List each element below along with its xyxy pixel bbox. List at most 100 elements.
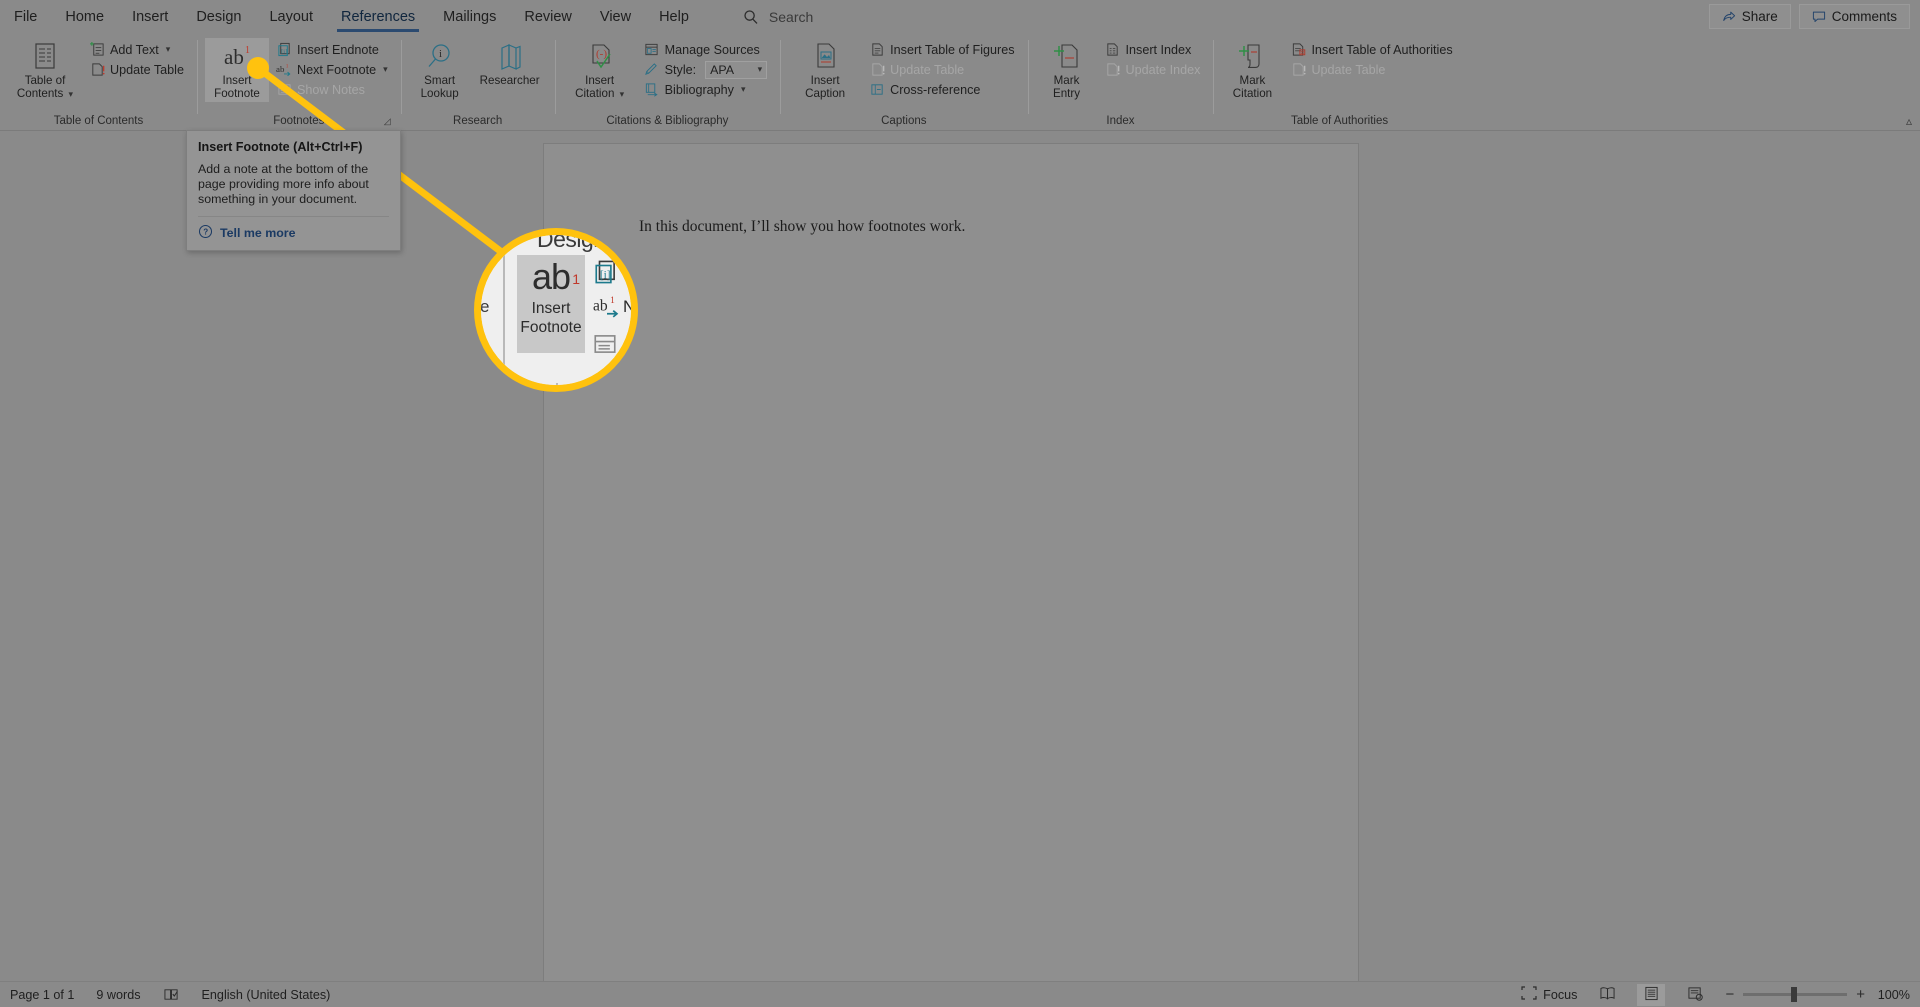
zoom-level[interactable]: 100% (1874, 988, 1910, 1002)
update-table-icon (89, 62, 105, 78)
ribbon-group-label: Research (453, 115, 503, 127)
svg-text:1: 1 (610, 296, 615, 306)
insert-caption-button[interactable]: Insert Caption (788, 38, 862, 102)
manage-sources-button[interactable]: Manage Sources (639, 40, 773, 59)
print-layout-icon (1643, 986, 1660, 1004)
read-mode-button[interactable] (1593, 984, 1621, 1006)
word-count[interactable]: 9 words (96, 988, 140, 1002)
tab-insert[interactable]: Insert (118, 0, 182, 34)
tab-design[interactable]: Design (182, 0, 255, 34)
tab-file[interactable]: File (0, 0, 51, 34)
zoom-out-button[interactable]: − (1725, 986, 1734, 1003)
tab-label: Review (524, 8, 572, 25)
insert-index-button[interactable]: Insert Index (1100, 40, 1206, 59)
tab-home[interactable]: Home (51, 0, 118, 34)
svg-text:[i]: [i] (281, 48, 287, 55)
insert-footnote-label-line2: Footnote (214, 87, 260, 100)
mark-entry-button[interactable]: Mark Entry (1036, 38, 1098, 102)
language-indicator[interactable]: English (United States) (202, 988, 331, 1002)
cross-reference-button[interactable]: Cross-reference (864, 80, 1019, 99)
zoom-control[interactable]: − + 100% (1725, 986, 1910, 1003)
update-table-authorities-button: Update Table (1285, 60, 1457, 79)
insert-citation-button[interactable]: (-) Insert Citation ▾ (563, 38, 637, 103)
magnifier-insert-footnote-button[interactable]: ab 1 Insert Footnote (517, 255, 585, 353)
style-icon (644, 62, 660, 78)
mark-citation-label-line2: Citation (1232, 87, 1273, 100)
insert-table-of-figures-button[interactable]: Insert Table of Figures (864, 40, 1019, 59)
dialog-launcher-icon[interactable]: ◿ (384, 115, 391, 128)
comment-icon (1812, 10, 1826, 24)
tab-review[interactable]: Review (510, 0, 586, 34)
mark-citation-button[interactable]: Mark Citation (1221, 38, 1283, 102)
zoom-in-button[interactable]: + (1856, 986, 1865, 1003)
tab-view[interactable]: View (586, 0, 645, 34)
magnifier-group-divider-2 (556, 383, 558, 385)
collapse-ribbon-button[interactable]: ▵ (1906, 114, 1912, 128)
next-footnote-label: Next Footnote (297, 62, 377, 77)
insert-table-of-figures-icon (869, 42, 885, 58)
share-button[interactable]: Share (1708, 4, 1791, 29)
svg-text:1: 1 (286, 64, 289, 70)
add-text-button[interactable]: Add Text ▾ (84, 40, 189, 59)
cross-reference-label: Cross-reference (890, 82, 981, 97)
svg-text:ab: ab (224, 45, 244, 69)
update-table-toc-button[interactable]: Update Table (84, 60, 189, 79)
next-footnote-button[interactable]: ab 1 Next Footnote ▾ (271, 60, 393, 79)
print-layout-button[interactable] (1637, 983, 1666, 1006)
insert-endnote-label: Insert Endnote (297, 42, 379, 57)
magnifier-next-footnote-icon: ab 1 (593, 293, 621, 324)
mark-citation-icon (1237, 42, 1267, 72)
cross-reference-icon (869, 82, 885, 98)
table-of-contents-button[interactable]: Table of Contents ▾ (8, 38, 82, 103)
tab-layout[interactable]: Layout (255, 0, 327, 34)
tab-label: References (341, 8, 416, 25)
researcher-button[interactable]: Researcher (473, 38, 547, 89)
manage-sources-icon (644, 42, 660, 58)
document-page[interactable]: In this document, I’ll show you how foot… (544, 144, 1358, 984)
proofing-icon[interactable] (163, 987, 180, 1002)
insert-caption-label-line1: Insert (810, 74, 840, 87)
citation-style-select[interactable]: APA ▾ (705, 60, 768, 79)
tab-label: Design (196, 8, 242, 25)
insert-caption-icon (810, 42, 840, 72)
tab-references[interactable]: References (327, 0, 429, 34)
update-table-label: Update Table (110, 62, 184, 77)
insert-index-label: Insert Index (1125, 42, 1192, 57)
ribbon-group-index: Mark Entry Insert Index Update Index Ind… (1027, 34, 1214, 131)
magnifier-label-line1: Insert (531, 300, 571, 317)
smart-lookup-button[interactable]: i Smart Lookup (409, 38, 471, 102)
tell-me-more-link[interactable]: ? Tell me more (198, 224, 389, 242)
style-label: Style: (664, 62, 697, 77)
chevron-down-icon: ▾ (165, 44, 171, 54)
ribbon-group-research: i Smart Lookup Researcher Research (400, 34, 555, 131)
page-indicator[interactable]: Page 1 of 1 (10, 988, 74, 1002)
chevron-down-icon: ▾ (757, 64, 763, 74)
svg-text:(-): (-) (596, 48, 607, 60)
insert-citation-label-line1: Insert (585, 74, 615, 87)
insert-endnote-button[interactable]: [i] Insert Endnote (271, 40, 393, 59)
ribbon: Table of Contents ▾ Add Text ▾ Update Ta… (0, 34, 1920, 131)
update-index-label: Update Index (1125, 62, 1201, 77)
tab-mailings[interactable]: Mailings (429, 0, 510, 34)
insert-footnote-icon: ab 1 (220, 42, 254, 72)
ribbon-group-label: Citations & Bibliography (606, 115, 729, 127)
insert-footnote-button[interactable]: ab 1 Insert Footnote (205, 38, 269, 102)
manage-sources-label: Manage Sources (664, 42, 760, 57)
ribbon-group-footnotes: ab1 Insert Footnote [i] Insert Endnote (197, 34, 401, 131)
insert-table-of-figures-label: Insert Table of Figures (890, 42, 1015, 57)
focus-mode-button[interactable]: Focus (1521, 986, 1577, 1003)
search-box[interactable]: Search (733, 4, 933, 30)
bibliography-button[interactable]: Bibliography ▾ (639, 80, 773, 99)
web-layout-button[interactable] (1681, 984, 1709, 1006)
zoom-slider[interactable] (1743, 987, 1848, 1002)
citation-style-row[interactable]: Style: APA ▾ (639, 60, 773, 79)
tab-help[interactable]: Help (645, 0, 703, 34)
tab-label: View (599, 8, 632, 25)
ribbon-group-captions: Insert Caption Insert Table of Figures U… (780, 34, 1027, 131)
show-notes-icon (276, 82, 292, 98)
smart-lookup-icon: i (425, 42, 455, 72)
insert-table-of-authorities-button[interactable]: Insert Table of Authorities (1285, 40, 1457, 59)
comments-button[interactable]: Comments (1798, 4, 1910, 29)
zoom-slider-thumb[interactable] (1791, 987, 1798, 1002)
ribbon-group-label: Table of Authorities (1290, 115, 1389, 127)
